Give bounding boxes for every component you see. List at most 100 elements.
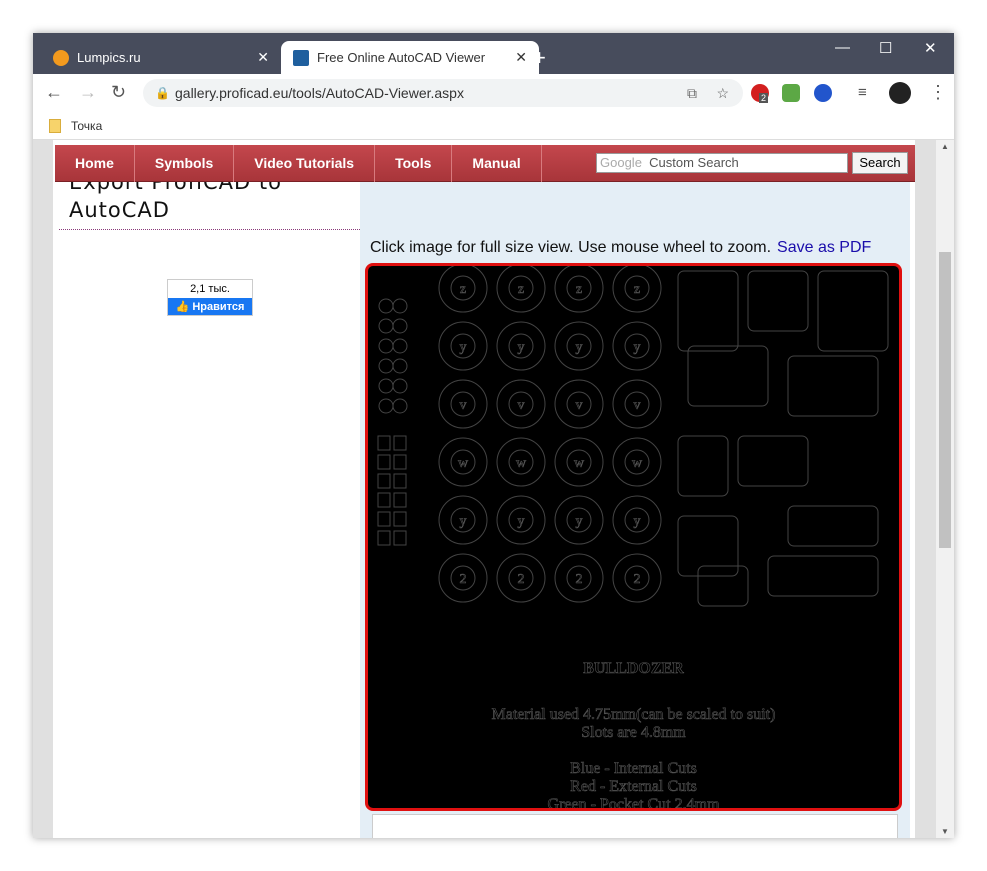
cad-block: [393, 473, 407, 489]
cad-part-label: y: [634, 340, 641, 355]
cad-small-part: [392, 318, 408, 334]
vpn-extension-icon[interactable]: [814, 84, 832, 102]
cad-part-label: z: [460, 282, 466, 297]
like-button[interactable]: 👍 Нравится: [168, 298, 252, 315]
search-input[interactable]: Google Custom Search: [596, 153, 848, 173]
like-count: 2,1 тыс.: [190, 283, 230, 295]
close-tab-icon[interactable]: ✕: [515, 49, 527, 66]
avatar[interactable]: [889, 82, 911, 104]
viewer-panel: Click image for full size view. Use mous…: [360, 182, 910, 838]
cad-drawing[interactable]: z z z z y y y y v v v v w w w w y y y y 2 2 2 2 BULLDOZER Mater…: [365, 263, 902, 811]
cad-panel: [787, 505, 879, 547]
cad-part-label: y: [460, 514, 467, 529]
close-window-button[interactable]: ✕: [924, 39, 937, 57]
tab-lumpics[interactable]: Lumpics.ru ✕: [41, 41, 281, 74]
star-icon[interactable]: ☆: [716, 85, 729, 102]
cad-small-part: [378, 338, 394, 354]
nav-symbols[interactable]: Symbols: [135, 144, 235, 182]
cad-panel: [737, 435, 809, 487]
nav-home[interactable]: Home: [55, 144, 135, 182]
cad-panel: [817, 270, 889, 352]
site-nav: Home Symbols Video Tutorials Tools Manua…: [55, 144, 915, 182]
autocad-viewer-icon: [293, 49, 309, 66]
cad-small-part: [378, 358, 394, 374]
cad-part-label: 2: [460, 572, 467, 587]
scrollbar[interactable]: ▲ ▼: [936, 140, 954, 838]
scrollbar-thumb[interactable]: [939, 252, 951, 548]
cad-block: [377, 511, 391, 527]
cad-block: [393, 454, 407, 470]
cad-part-label: v: [576, 398, 583, 413]
cad-part-label: w: [574, 456, 585, 471]
maximize-button[interactable]: ☐: [879, 39, 892, 57]
cad-part-label: 2: [634, 572, 641, 587]
cad-panel: [787, 355, 879, 417]
cad-block: [377, 530, 391, 546]
music-extension-icon[interactable]: [782, 84, 800, 102]
cad-panel: [677, 435, 729, 497]
search-button[interactable]: Search: [852, 152, 908, 174]
cad-part-label: v: [460, 398, 467, 413]
bookmark-tochka[interactable]: Точка: [71, 119, 102, 133]
cad-note: Blue - Internal Cuts: [570, 760, 697, 778]
forward-icon[interactable]: →: [79, 82, 97, 103]
cad-part-label: 2: [518, 572, 525, 587]
cad-panel: [767, 555, 879, 597]
cad-note: Red - External Cuts: [570, 778, 697, 796]
toolbar: ← → ↻ 🔒 gallery.proficad.eu/tools/AutoCAD…: [33, 74, 954, 112]
cad-title: BULLDOZER: [583, 660, 684, 678]
extension-badge: 2: [759, 93, 769, 103]
reload-icon[interactable]: ↻: [111, 82, 126, 103]
nav-tools[interactable]: Tools: [375, 144, 453, 182]
cad-small-part: [378, 298, 394, 314]
lower-panel: [372, 814, 898, 838]
tab-autocad-viewer[interactable]: Free Online AutoCAD Viewer ✕: [281, 41, 539, 74]
cad-small-part: [392, 398, 408, 414]
cad-block: [377, 473, 391, 489]
cad-part-label: v: [518, 398, 525, 413]
facebook-like-widget[interactable]: 2,1 тыс. 👍 Нравится: [167, 279, 253, 316]
cad-panel: [697, 565, 749, 607]
menu-icon[interactable]: ⋮: [929, 82, 947, 103]
nav-video-tutorials[interactable]: Video Tutorials: [234, 144, 376, 182]
cad-part-label: w: [516, 456, 527, 471]
cad-small-part: [392, 378, 408, 394]
cad-note: Slots are 4.8mm: [581, 724, 686, 742]
minimize-button[interactable]: —: [835, 39, 850, 56]
cad-part-label: y: [576, 514, 583, 529]
nav-manual[interactable]: Manual: [452, 144, 542, 182]
media-control-icon[interactable]: ≡: [858, 84, 867, 101]
url-text: gallery.proficad.eu/tools/AutoCAD-Viewer…: [175, 85, 464, 101]
page: Export ProfiCAD to AutoCAD 2,1 тыс. 👍 Нрав…: [53, 140, 915, 838]
cad-small-part: [378, 378, 394, 394]
new-tab-button[interactable]: +: [533, 45, 546, 71]
cad-block: [393, 511, 407, 527]
cad-small-part: [392, 298, 408, 314]
back-icon[interactable]: ←: [45, 82, 63, 103]
cad-part-label: w: [458, 456, 469, 471]
save-as-pdf-link[interactable]: Save as PDF: [777, 239, 871, 256]
divider: [59, 229, 360, 230]
address-bar[interactable]: 🔒 gallery.proficad.eu/tools/AutoCAD-Viewe…: [143, 79, 743, 107]
cad-small-part: [392, 338, 408, 354]
cad-panel: [677, 515, 739, 577]
translate-icon[interactable]: ⧉: [687, 85, 697, 102]
cad-block: [393, 435, 407, 451]
cad-part-label: v: [634, 398, 641, 413]
cad-part-label: y: [634, 514, 641, 529]
cad-panel: [677, 270, 739, 352]
orange-icon: [53, 49, 69, 66]
page-viewport: Export ProfiCAD to AutoCAD 2,1 тыс. 👍 Нрав…: [33, 140, 954, 838]
cad-note: [368, 742, 899, 760]
cad-part-label: z: [576, 282, 582, 297]
cad-small-part: [392, 358, 408, 374]
tab-bar: Lumpics.ru ✕ Free Online AutoCAD Viewer ✕ …: [33, 33, 954, 74]
cad-part-label: y: [518, 340, 525, 355]
cad-small-part: [378, 318, 394, 334]
folder-icon: [49, 118, 61, 133]
cad-panel: [747, 270, 809, 332]
opera-extension-icon[interactable]: 2: [751, 84, 769, 103]
cad-block: [393, 530, 407, 546]
cad-small-part: [378, 398, 394, 414]
close-tab-icon[interactable]: ✕: [257, 49, 269, 66]
